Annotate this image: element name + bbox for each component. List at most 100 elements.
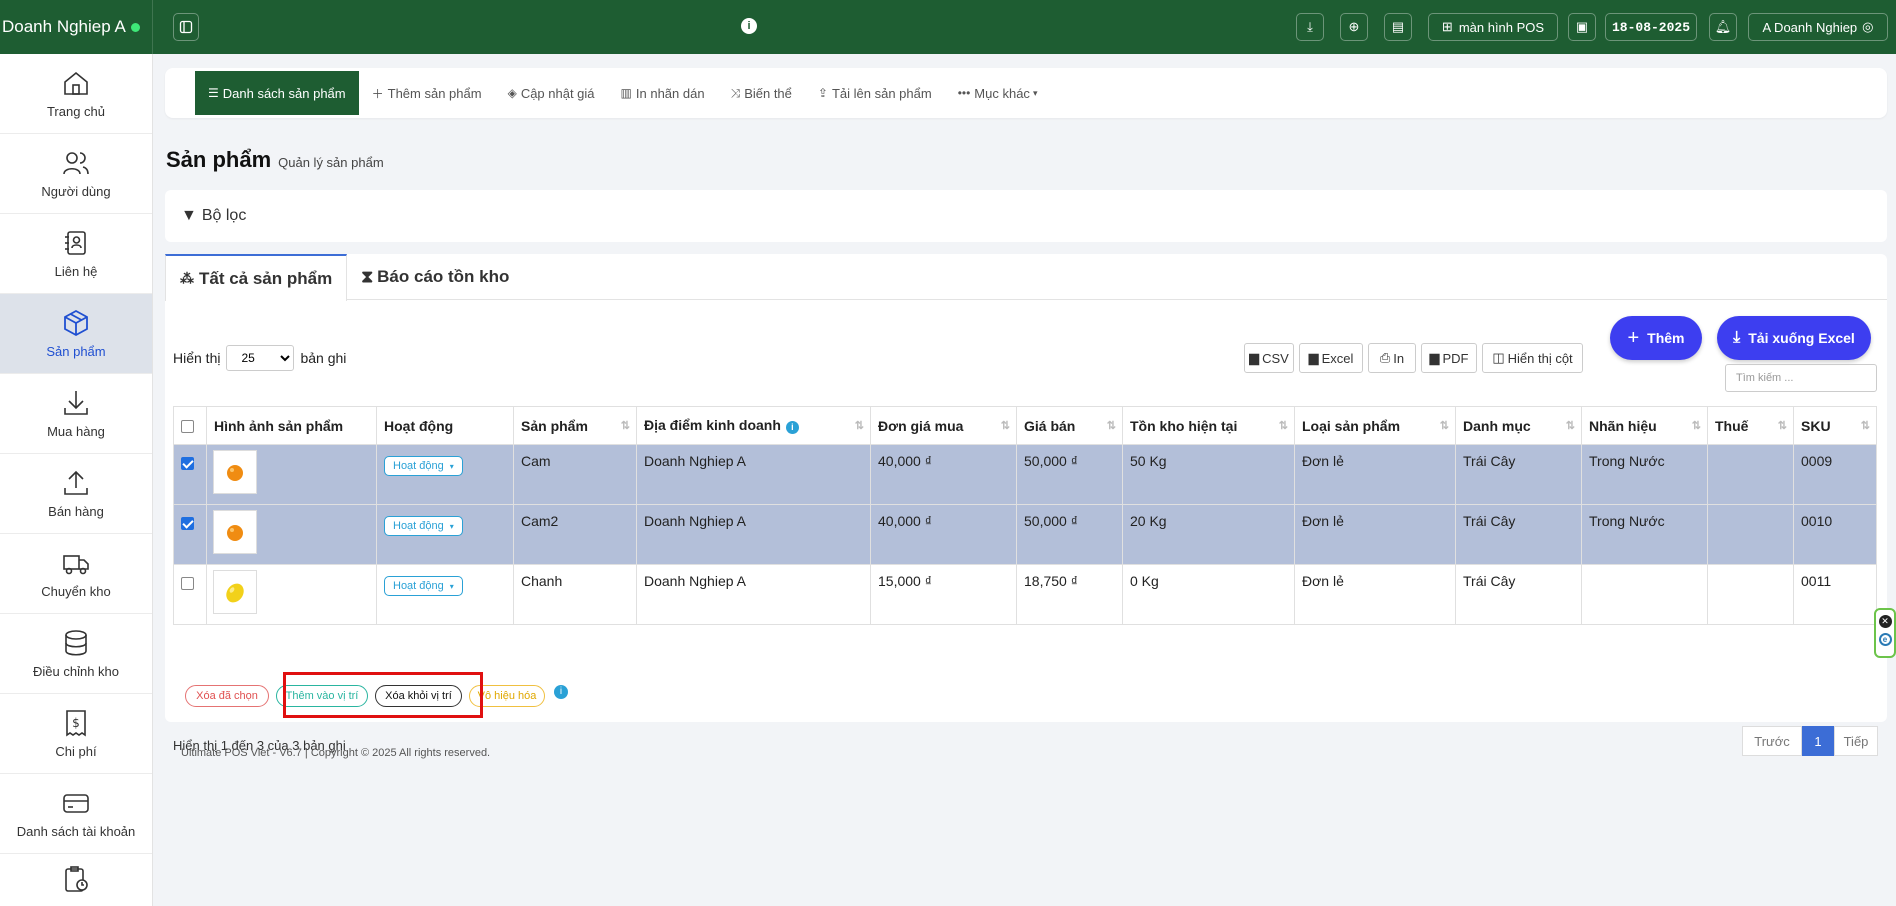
tax-cell (1707, 564, 1794, 625)
subnav-print-labels[interactable]: ▥ In nhãn dán (608, 71, 718, 115)
action-dropdown[interactable]: Hoạt động ▾ (384, 576, 463, 596)
sidebar: Trang chủ Người dùng Liên hệ Sản phẩm Mu… (0, 54, 153, 906)
brand[interactable]: Doanh Nghiep A (0, 0, 153, 54)
sidebar-item-label: Mua hàng (47, 424, 105, 439)
product-thumbnail[interactable] (213, 450, 257, 494)
page-length-select[interactable]: 25 (226, 345, 295, 371)
action-dropdown[interactable]: Hoạt động ▾ (384, 456, 463, 476)
select-all-checkbox[interactable] (181, 419, 194, 433)
col-header-sell-price[interactable]: Giá bán ⇅ (1016, 406, 1123, 445)
col-header-product[interactable]: Sản phẩm ⇅ (513, 406, 637, 445)
tab-all-products[interactable]: ⁂ Tất cả sản phẩm (165, 254, 348, 301)
col-header-label: Địa điểm kinh doanh (644, 417, 781, 433)
row-select-cell (173, 504, 207, 565)
caret-down-icon: ▾ (449, 461, 454, 471)
download-excel-button[interactable]: ⤓ Tải xuống Excel (1717, 316, 1871, 360)
calculator-button[interactable]: ▤ (1384, 13, 1412, 41)
page-header: Sản phẩm Quản lý sản phẩm (166, 147, 384, 173)
pagination-next[interactable]: Tiếp (1834, 726, 1878, 756)
pagination-page-1[interactable]: 1 (1802, 726, 1834, 756)
pdf-icon: ▆ (1429, 350, 1440, 365)
add-circle-button[interactable]: ⊕ (1340, 13, 1368, 41)
col-header-brand[interactable]: Nhãn hiệu ⇅ (1581, 406, 1708, 445)
sidebar-item-label: Điều chỉnh kho (33, 664, 119, 679)
sidebar-item-home[interactable]: Trang chủ (0, 54, 152, 134)
export-label: PDF (1442, 350, 1469, 366)
col-header-tax[interactable]: Thuế ⇅ (1707, 406, 1794, 445)
plus-circle-icon: ⊕ (1348, 19, 1360, 34)
sidebar-item-purchases[interactable]: Mua hàng (0, 374, 152, 454)
export-csv-button[interactable]: ▆ CSV (1244, 343, 1294, 373)
tab-bar: ⁂ Tất cả sản phẩm ⧗ Báo cáo tồn kho (165, 254, 1887, 301)
subnav-import-products[interactable]: ⇪ Tải lên sản phẩm (805, 71, 945, 115)
sell-price-cell: 50,000 ₫ (1016, 504, 1123, 565)
sidebar-item-contacts[interactable]: Liên hệ (0, 214, 152, 294)
table-row[interactable]: Hoạt động ▾ Chanh Doanh Nghiep A 15,000 ₫… (173, 564, 1877, 625)
sidebar-item-users[interactable]: Người dùng (0, 134, 152, 214)
column-visibility-button[interactable]: ◫ Hiển thị cột (1482, 343, 1583, 373)
table-row[interactable]: Hoạt động ▾ Cam Doanh Nghiep A 40,000 ₫ 5… (173, 444, 1877, 505)
user-menu-button[interactable]: A Doanh Nghiep ◎ (1748, 13, 1888, 41)
sidebar-item-stock-transfer[interactable]: Chuyển kho (0, 534, 152, 614)
subnav-product-list[interactable]: ☰ Danh sách sản phẩm (195, 71, 359, 115)
close-icon[interactable]: ✕ (1878, 615, 1892, 628)
barcode-icon: ▥ (620, 86, 632, 100)
subnav-more[interactable]: ••• Mục khác ▾ (945, 71, 1051, 115)
bulk-info-icon[interactable]: i (554, 685, 568, 699)
pos-screen-button[interactable]: ⊞ màn hình POS (1428, 13, 1558, 41)
floating-widget[interactable]: ✕ e (1874, 608, 1896, 658)
col-header-location[interactable]: Địa điểm kinh doanh i ⇅ (636, 406, 871, 445)
sku-cell: 0011 (1793, 564, 1877, 625)
tab-stock-report[interactable]: ⧗ Báo cáo tồn kho (347, 254, 523, 300)
col-header-buy-price[interactable]: Đơn giá mua ⇅ (870, 406, 1017, 445)
sidebar-item-sales[interactable]: Bán hàng (0, 454, 152, 534)
subnav-label: Danh sách sản phẩm (222, 85, 346, 101)
col-header-image[interactable]: Hình ảnh sản phẩm (206, 406, 377, 445)
export-excel-button[interactable]: ▆ Excel (1299, 343, 1363, 373)
sort-icon: ⇅ (1691, 420, 1701, 432)
search-input[interactable]: Tìm kiếm ... (1725, 364, 1877, 392)
print-button[interactable]: ⎙ In (1368, 343, 1416, 373)
sidebar-item-products[interactable]: Sản phẩm (0, 294, 152, 374)
page-title: Sản phẩm (166, 147, 272, 172)
row-checkbox[interactable] (181, 517, 194, 530)
export-pdf-button[interactable]: ▆ PDF (1421, 343, 1477, 373)
row-checkbox[interactable] (181, 577, 194, 590)
sidebar-item-reports[interactable] (0, 854, 152, 906)
action-dropdown[interactable]: Hoạt động ▾ (384, 516, 463, 536)
product-thumbnail[interactable] (213, 570, 257, 614)
delete-selected-button[interactable]: Xóa đã chọn (185, 685, 269, 707)
filter-panel[interactable]: ▼ Bộ lọc (165, 190, 1887, 242)
action-cell: Hoạt động ▾ (376, 504, 514, 565)
brand-cell: Trong Nước (1581, 444, 1708, 505)
subnav-label: Biến thể (744, 85, 792, 101)
sidebar-item-stock-adjustment[interactable]: Điều chỉnh kho (0, 614, 152, 694)
subnav-update-price[interactable]: ◈ Cập nhật giá (495, 71, 608, 115)
sidebar-item-accounts[interactable]: Danh sách tài khoản (0, 774, 152, 854)
col-header-sku[interactable]: SKU ⇅ (1793, 406, 1877, 445)
subnav-label: Thêm sản phẩm (387, 85, 482, 101)
sidebar-item-label: Liên hệ (54, 264, 98, 279)
row-checkbox[interactable] (181, 457, 194, 470)
download-button[interactable]: ⤓ (1296, 13, 1324, 41)
subnav-add-product[interactable]: ＋ Thêm sản phẩm (359, 71, 495, 115)
subnav-variations[interactable]: ⤨ Biến thể (718, 71, 805, 115)
pagination-prev[interactable]: Trước (1742, 726, 1802, 756)
info-icon[interactable]: i (741, 18, 757, 34)
notification-button[interactable]: 🔔︎ (1709, 13, 1737, 41)
caret-down-icon: ▾ (449, 581, 454, 591)
col-header-type[interactable]: Loại sản phẩm ⇅ (1294, 406, 1456, 445)
add-product-button[interactable]: + Thêm (1610, 316, 1702, 360)
col-header-category[interactable]: Danh mục ⇅ (1455, 406, 1582, 445)
product-thumbnail[interactable] (213, 510, 257, 554)
col-header-stock[interactable]: Tồn kho hiện tại ⇅ (1122, 406, 1295, 445)
sidebar-toggle-button[interactable] (173, 13, 199, 41)
category-cell: Trái Cây (1455, 504, 1582, 565)
col-header-action[interactable]: Hoạt động (376, 406, 514, 445)
sidebar-item-expenses[interactable]: $ Chi phí (0, 694, 152, 774)
type-cell: Đơn lẻ (1294, 564, 1456, 625)
table-row[interactable]: Hoạt động ▾ Cam2 Doanh Nghiep A 40,000 ₫ … (173, 504, 1877, 565)
sidebar-item-label: Trang chủ (46, 104, 106, 119)
download-icon: ⤓ (1733, 329, 1741, 346)
cash-button[interactable]: ▣ (1568, 13, 1596, 41)
